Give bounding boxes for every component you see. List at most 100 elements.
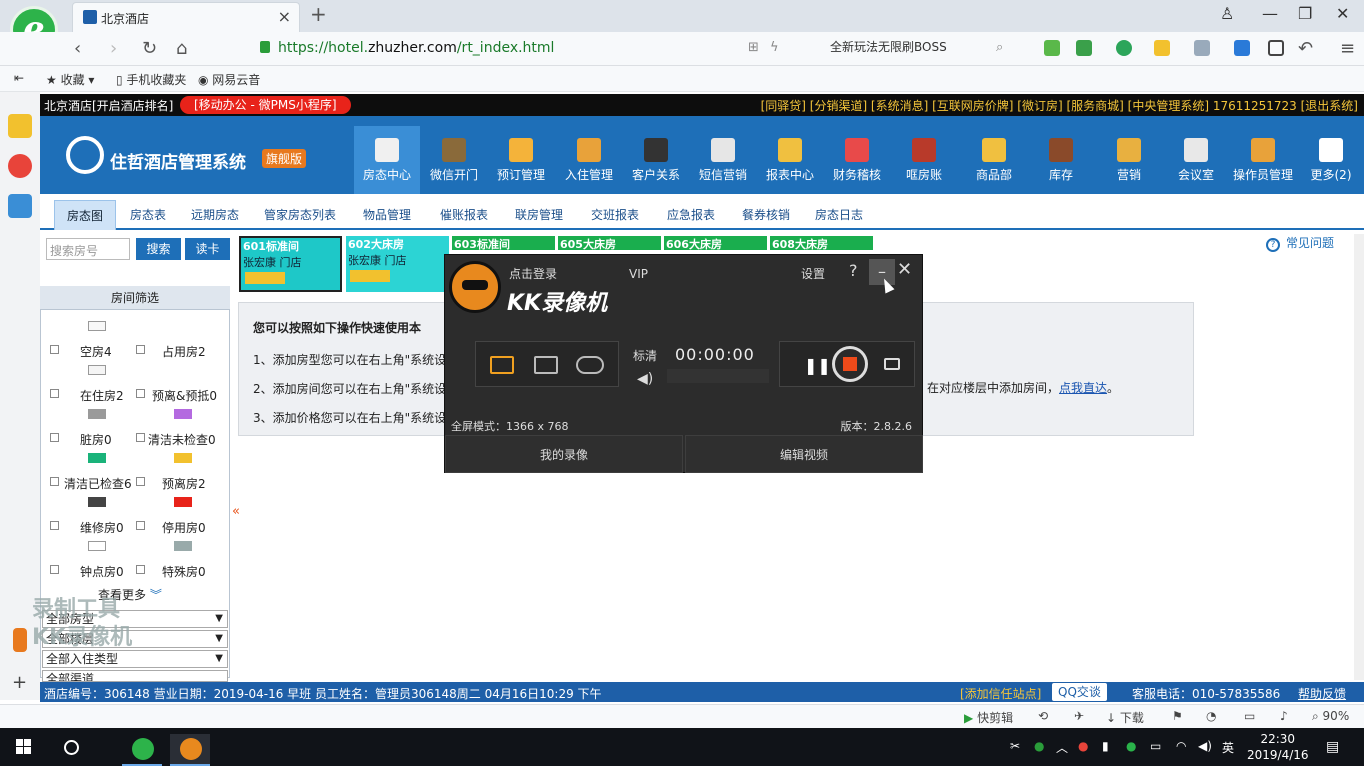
phone-icon[interactable]	[1268, 40, 1284, 56]
reader-icon[interactable]	[1044, 40, 1060, 56]
kk-quality[interactable]: 标清	[633, 347, 657, 364]
taskbar-clock[interactable]: 22:30 2019/4/16	[1247, 731, 1309, 763]
ime-indicator[interactable]: 英	[1222, 739, 1234, 756]
sidebar-toggle-icon[interactable]: ⇤	[14, 71, 24, 85]
nav-item-8[interactable]: 财务稽核	[824, 126, 890, 194]
browser-tab[interactable]: 北京酒店 ×	[72, 2, 300, 32]
go-now-link[interactable]: 点我直达	[1059, 381, 1107, 395]
hotel-name-link[interactable]: 北京酒店[开启酒店排名]	[44, 97, 173, 114]
filter-checkbox[interactable]	[136, 389, 145, 398]
wifi-icon[interactable]: ◠	[1176, 739, 1186, 753]
kk-login-link[interactable]: 点击登录	[509, 265, 557, 282]
nav-item-11[interactable]: 库存	[1028, 126, 1094, 194]
nav-item-5[interactable]: 客户关系	[623, 126, 689, 194]
kk-settings-button[interactable]: 设置	[801, 265, 825, 282]
nav-item-15[interactable]: 更多(2)	[1298, 126, 1364, 194]
shirt-icon[interactable]: ♙	[1220, 4, 1234, 23]
page-scrollbar[interactable]	[1354, 234, 1364, 680]
faq-link[interactable]: ? 常见问题	[1266, 234, 1334, 252]
region-mode-icon[interactable]	[534, 356, 558, 374]
image-icon[interactable]	[1194, 40, 1210, 56]
nav-item-3[interactable]: 预订管理	[488, 126, 554, 194]
filter-checkbox[interactable]	[50, 521, 59, 530]
search-icon[interactable]: ⌕	[996, 40, 1003, 55]
room-title[interactable]: 602大床房	[346, 236, 449, 250]
my-videos-button[interactable]: 我的录像	[445, 435, 683, 473]
sound-icon[interactable]: ♪	[1280, 709, 1288, 723]
camera-icon[interactable]	[884, 358, 900, 370]
windows-start-icon[interactable]	[16, 739, 32, 755]
360-tray-icon[interactable]: ●	[1034, 739, 1044, 753]
zoom-level[interactable]: ⌕ 90%	[1312, 709, 1349, 724]
subnav-tab-11[interactable]: 房态日志	[806, 200, 872, 230]
notification-icon[interactable]: ▤	[1326, 739, 1339, 755]
kk-volume-bar[interactable]	[667, 369, 769, 383]
minimize-window-icon[interactable]: —	[1262, 4, 1278, 23]
subnav-tab-4[interactable]: 管家房态列表	[256, 200, 344, 230]
qr-icon[interactable]: ⊞	[748, 40, 759, 55]
star-icon[interactable]	[8, 114, 32, 138]
shield-icon[interactable]	[1154, 40, 1170, 56]
search-button[interactable]: 搜索	[136, 238, 181, 260]
filter-checkbox[interactable]	[136, 565, 145, 574]
filter-checkbox[interactable]	[50, 433, 59, 442]
scissors-tray-icon[interactable]: ✂	[1010, 739, 1020, 753]
battery-tray-icon[interactable]: ▭	[1150, 739, 1161, 753]
filter-checkbox[interactable]	[50, 345, 59, 354]
url-field[interactable]: https://hotel.zhuzher.com/rt_index.html	[232, 37, 812, 61]
translate-icon[interactable]	[1116, 40, 1132, 56]
apps-icon[interactable]	[1234, 40, 1250, 56]
filter-checkbox[interactable]	[50, 389, 59, 398]
home-icon[interactable]: ⌂	[176, 38, 187, 59]
pin-icon[interactable]: ✈	[1074, 709, 1084, 723]
restore-window-icon[interactable]: ❐	[1298, 4, 1312, 23]
subnav-tab-8[interactable]: 交班报表	[582, 200, 648, 230]
nav-item-7[interactable]: 报表中心	[757, 126, 823, 194]
nav-item-9[interactable]: 哐房账	[891, 126, 957, 194]
nav-item-1[interactable]: 房态中心	[354, 126, 420, 194]
wechat-tray-icon[interactable]: ●	[1126, 739, 1136, 753]
subnav-tab-7[interactable]: 联房管理	[506, 200, 572, 230]
usb-tray-icon[interactable]: ▮	[1102, 739, 1109, 753]
netease-music-link[interactable]: ◉ 网易云音	[198, 71, 260, 88]
subnav-tab-3[interactable]: 远期房态	[180, 200, 250, 230]
add-trusted-site-link[interactable]: [添加信任站点]	[960, 685, 1041, 702]
room-title[interactable]: 601标准间	[241, 238, 340, 252]
room-title[interactable]: 608大床房	[770, 236, 873, 250]
close-window-icon[interactable]: ✕	[1336, 4, 1349, 23]
mobile-office-pill[interactable]: [移动办公 - 微PMS小程序]	[180, 96, 351, 114]
reload-icon[interactable]: ↻	[142, 38, 157, 59]
nav-item-4[interactable]: 入住管理	[556, 126, 622, 194]
fullscreen-mode-icon[interactable]	[490, 356, 514, 374]
nav-item-12[interactable]: 营销	[1096, 126, 1162, 194]
antivirus-tray-icon[interactable]: ●	[1078, 739, 1088, 753]
globe-icon[interactable]: ◔	[1206, 709, 1216, 723]
filter-checkbox[interactable]	[50, 565, 59, 574]
mail-icon[interactable]	[8, 194, 32, 218]
pause-icon[interactable]: ❚❚	[804, 356, 831, 375]
nav-item-14[interactable]: 操作员管理	[1230, 126, 1296, 194]
battery-icon[interactable]	[13, 628, 27, 652]
room-title[interactable]: 605大床房	[558, 236, 661, 250]
back-icon[interactable]: ‹	[74, 38, 81, 59]
filter-checkbox[interactable]	[136, 433, 145, 442]
read-card-button[interactable]: 读卡	[185, 238, 230, 260]
taskbar-browser-app[interactable]	[122, 734, 162, 766]
game-mode-icon[interactable]	[576, 356, 604, 374]
room-title[interactable]: 603标准间	[452, 236, 555, 250]
record-stop-icon[interactable]	[832, 346, 868, 382]
room-search-input[interactable]: 搜索房号	[46, 238, 130, 260]
edit-video-button[interactable]: 编辑视频	[685, 435, 923, 473]
tab-close-icon[interactable]: ×	[278, 7, 291, 26]
top-links[interactable]: [同驿贷] [分销渠道] [系统消息] [互联网房价牌] [微订房] [服务商城…	[761, 97, 1358, 114]
subnav-tab-2[interactable]: 房态表	[120, 200, 176, 230]
mobile-favorites-link[interactable]: ▯ 手机收藏夹	[116, 71, 186, 88]
tray-expand-icon[interactable]: ︿	[1056, 739, 1068, 756]
subnav-tab-5[interactable]: 物品管理	[356, 200, 418, 230]
nav-item-6[interactable]: 短信营销	[690, 126, 756, 194]
collapse-left-icon[interactable]: «	[232, 504, 240, 519]
undo-icon[interactable]: ↶	[1298, 38, 1313, 59]
volume-icon[interactable]: ◀)	[637, 371, 653, 387]
filter-checkbox[interactable]	[136, 345, 145, 354]
lightning-icon[interactable]: ϟ	[770, 40, 779, 55]
